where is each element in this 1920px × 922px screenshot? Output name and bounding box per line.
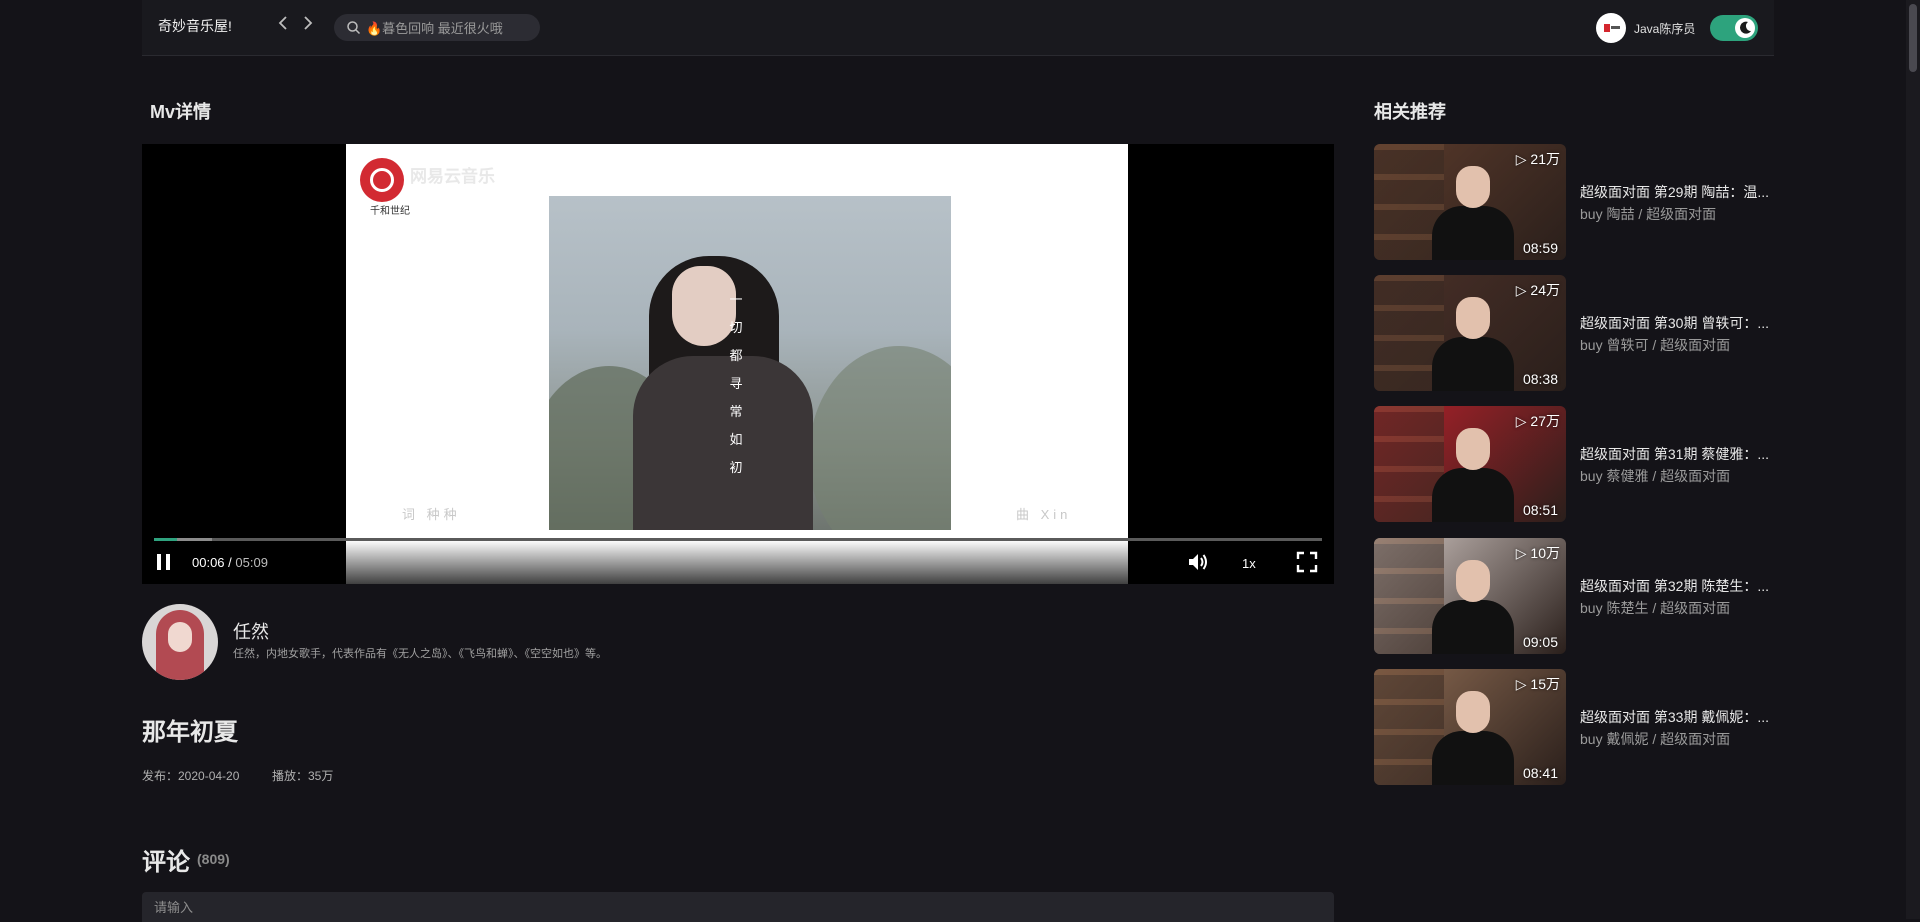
- recommend-duration: 08:41: [1522, 765, 1558, 781]
- comments-count: (809): [197, 851, 230, 867]
- artist-name[interactable]: 任然: [233, 618, 269, 644]
- total-duration: 05:09: [235, 555, 268, 570]
- volume-icon[interactable]: [1186, 551, 1210, 573]
- recommend-thumbnail[interactable]: ▷ 24万 08:38: [1374, 275, 1566, 391]
- recommend-title-text[interactable]: 超级面对面 第32期 陈楚生：...: [1580, 576, 1774, 596]
- recommend-subtitle[interactable]: buy 陶喆 / 超级面对面: [1580, 204, 1716, 224]
- thumbnail-person: [1432, 166, 1514, 260]
- username[interactable]: Java陈序员: [1634, 20, 1695, 37]
- recommend-duration: 08:38: [1522, 371, 1558, 387]
- recommend-duration: 08:51: [1522, 502, 1558, 518]
- recommend-item[interactable]: ▷ 10万 09:05 超级面对面 第32期 陈楚生：... buy 陈楚生 / 超级…: [1374, 538, 1774, 654]
- recommend-title-text[interactable]: 超级面对面 第30期 曾轶可：...: [1580, 313, 1774, 333]
- recommend-thumbnail[interactable]: ▷ 10万 09:05: [1374, 538, 1566, 654]
- lyric-credit: 词 种种: [402, 507, 461, 522]
- thumbnail-person: [1432, 297, 1514, 391]
- recommend-title-text[interactable]: 超级面对面 第33期 戴佩妮：...: [1580, 707, 1774, 727]
- video-image: 一切都寻常如初: [549, 196, 951, 530]
- page-title: Mv详情: [150, 102, 212, 122]
- user-avatar[interactable]: [1596, 13, 1626, 43]
- page-scrollbar[interactable]: [1906, 0, 1920, 919]
- recommend-subtitle[interactable]: buy 陈楚生 / 超级面对面: [1580, 598, 1730, 618]
- vertical-lyric: 一切都寻常如初: [729, 292, 743, 475]
- thumbnail-person: [1432, 428, 1514, 522]
- app-brand[interactable]: 奇妙音乐屋!: [158, 16, 232, 36]
- recommend-duration: 08:59: [1522, 240, 1558, 256]
- recommend-thumbnail[interactable]: ▷ 21万 08:59: [1374, 144, 1566, 260]
- music-credit: 曲 Xin: [1016, 507, 1072, 522]
- recommend-play-count: ▷ 27万: [1515, 413, 1560, 429]
- recommend-subtitle[interactable]: buy 戴佩妮 / 超级面对面: [1580, 729, 1730, 749]
- recommend-duration: 09:05: [1522, 634, 1558, 650]
- video-player[interactable]: 网易云音乐 千和世纪 一切都寻常如初 词 种种 曲 Xin 00:06 / 05…: [142, 144, 1334, 584]
- recommend-title: 相关推荐: [1374, 102, 1446, 122]
- progress-bar[interactable]: [154, 538, 1322, 541]
- overlay-brand: 网易云音乐: [410, 167, 495, 186]
- top-bar: 奇妙音乐屋! Java陈序员: [142, 0, 1774, 56]
- time-display: 00:06 / 05:09: [192, 555, 268, 570]
- recommend-play-count: ▷ 15万: [1515, 676, 1560, 692]
- recommend-item[interactable]: ▷ 21万 08:59 超级面对面 第29期 陶喆：温... buy 陶喆 / 超级面…: [1374, 144, 1774, 260]
- comment-input[interactable]: [142, 892, 1334, 922]
- play-count: 播放：35万: [272, 769, 334, 783]
- progress-fill: [154, 538, 178, 541]
- recommend-title-text[interactable]: 超级面对面 第31期 蔡健雅：...: [1580, 444, 1774, 464]
- search-icon: [347, 21, 361, 35]
- fullscreen-icon[interactable]: [1296, 551, 1318, 573]
- recommend-title-text[interactable]: 超级面对面 第29期 陶喆：温...: [1580, 182, 1774, 202]
- recommend-subtitle[interactable]: buy 曾轶可 / 超级面对面: [1580, 335, 1730, 355]
- artist-description: 任然，内地女歌手，代表作品有《无人之岛》、《飞鸟和蝉》、《空空如也》等。: [233, 648, 607, 660]
- time-separator: /: [228, 555, 232, 570]
- recommend-item[interactable]: ▷ 15万 08:41 超级面对面 第33期 戴佩妮：... buy 戴佩妮 / 超级…: [1374, 669, 1774, 785]
- artist-avatar[interactable]: [142, 604, 218, 680]
- chevron-right-icon[interactable]: [298, 13, 318, 35]
- thumbnail-person: [1432, 560, 1514, 654]
- scrollbar-thumb[interactable]: [1909, 4, 1917, 72]
- video-shade: [346, 540, 1128, 584]
- recommend-item[interactable]: ▷ 27万 08:51 超级面对面 第31期 蔡健雅：... buy 蔡健雅 / 超级…: [1374, 406, 1774, 522]
- recommend-play-count: ▷ 24万: [1515, 282, 1560, 298]
- recommend-subtitle[interactable]: buy 蔡健雅 / 超级面对面: [1580, 466, 1730, 486]
- recommend-thumbnail[interactable]: ▷ 15万 08:41: [1374, 669, 1566, 785]
- pause-icon[interactable]: [152, 550, 176, 574]
- overlay-label: 千和世纪: [370, 206, 410, 217]
- mv-title: 那年初夏: [142, 719, 238, 746]
- recommend-play-count: ▷ 21万: [1515, 151, 1560, 167]
- recommend-play-count: ▷ 10万: [1515, 545, 1560, 561]
- video-frame[interactable]: 网易云音乐 千和世纪 一切都寻常如初 词 种种 曲 Xin: [346, 144, 1128, 584]
- playback-speed[interactable]: 1x: [1242, 556, 1256, 571]
- publish-date: 发布：2020-04-20: [142, 769, 240, 783]
- thumbnail-person: [1432, 691, 1514, 785]
- recommend-thumbnail[interactable]: ▷ 27万 08:51: [1374, 406, 1566, 522]
- theme-toggle[interactable]: [1710, 15, 1758, 41]
- chevron-left-icon[interactable]: [274, 13, 294, 35]
- recommend-item[interactable]: ▷ 24万 08:38 超级面对面 第30期 曾轶可：... buy 曾轶可 / 超级…: [1374, 275, 1774, 391]
- search-input[interactable]: [364, 14, 538, 43]
- comments-title: 评论: [142, 849, 190, 876]
- search-box[interactable]: [334, 14, 540, 43]
- current-time: 00:06: [192, 555, 225, 570]
- moon-icon: [1740, 21, 1751, 34]
- netease-logo: [360, 158, 404, 202]
